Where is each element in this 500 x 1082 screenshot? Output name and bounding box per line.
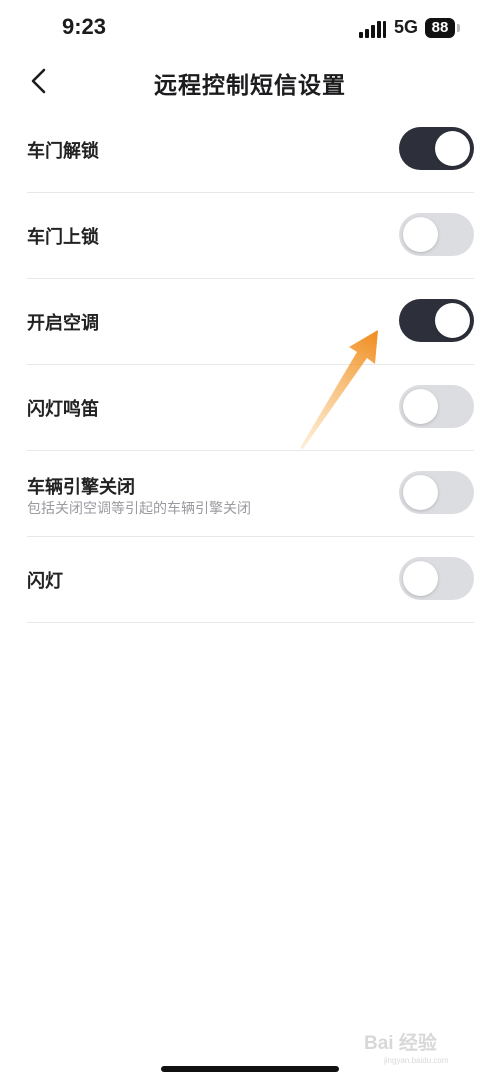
engine-off-toggle[interactable] [399, 471, 474, 514]
setting-label: 车辆引擎关闭 [27, 477, 135, 498]
battery-cap [457, 24, 460, 32]
watermark-url: jingyan.baidu.com [384, 1056, 449, 1065]
setting-label: 车门上锁 [27, 227, 99, 248]
status-bar: 9:23 5G 88 [0, 0, 500, 60]
toggle-knob [435, 131, 470, 166]
setting-flash-horn: 闪灯鸣笛 [27, 365, 474, 451]
setting-label: 闪灯鸣笛 [27, 399, 99, 420]
setting-description: 包括关闭空调等引起的车辆引擎关闭 [27, 501, 251, 517]
setting-label: 开启空调 [27, 313, 99, 334]
flash-lights-toggle[interactable] [399, 557, 474, 600]
status-time: 9:23 [62, 14, 107, 39]
door-lock-toggle[interactable] [399, 213, 474, 256]
toggle-knob [435, 303, 470, 338]
cellular-signal-icon [359, 20, 387, 38]
air-conditioning-toggle[interactable] [399, 299, 474, 342]
nav-bar: 远程控制短信设置 [0, 56, 500, 106]
toggle-knob [403, 561, 438, 596]
setting-engine-off: 车辆引擎关闭 包括关闭空调等引起的车辆引擎关闭 [27, 451, 474, 537]
toggle-knob [403, 389, 438, 424]
flash-horn-toggle[interactable] [399, 385, 474, 428]
setting-flash-lights: 闪灯 [27, 537, 474, 623]
network-type: 5G [394, 17, 419, 37]
battery-icon: 88 [425, 18, 455, 38]
setting-label: 闪灯 [27, 571, 63, 592]
home-indicator[interactable] [161, 1066, 339, 1072]
toggle-knob [403, 475, 438, 510]
setting-label: 车门解锁 [27, 141, 99, 162]
settings-list: 车门解锁 车门上锁 开启空调 闪灯鸣笛 车辆引擎关闭 包括关闭空调等引起的车辆引… [27, 107, 474, 623]
toggle-knob [403, 217, 438, 252]
door-unlock-toggle[interactable] [399, 127, 474, 170]
setting-door-lock: 车门上锁 [27, 193, 474, 279]
setting-door-unlock: 车门解锁 [27, 107, 474, 193]
page-title: 远程控制短信设置 [154, 73, 346, 99]
watermark-logo: Bai 经验 [364, 1033, 437, 1054]
setting-air-conditioning: 开启空调 [27, 279, 474, 365]
